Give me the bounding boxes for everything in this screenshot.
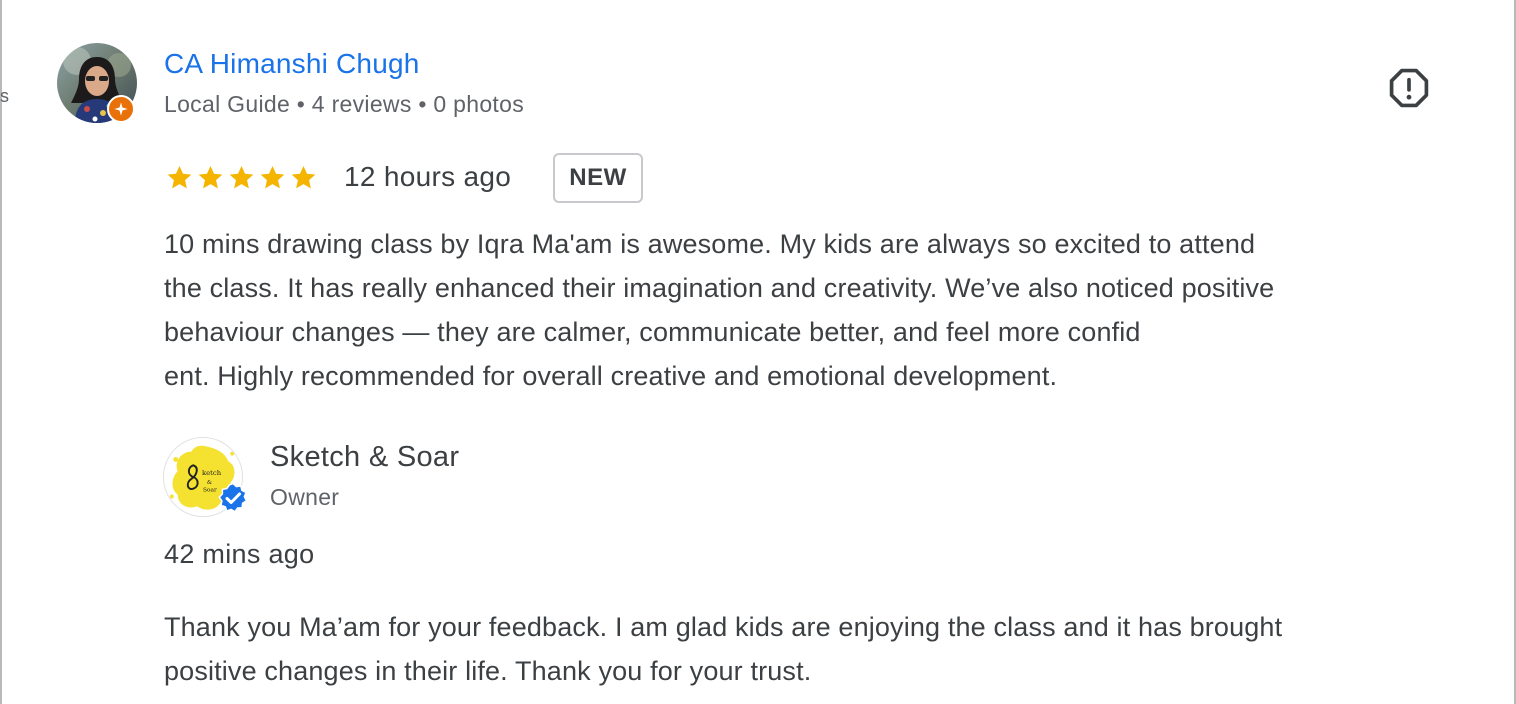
owner-reply-body: Thank you Ma’am for your feedback. I am … [164,605,1484,693]
star-rating [165,163,318,192]
new-badge: NEW [553,153,643,203]
star-icon [260,166,285,189]
star-icon [198,166,223,189]
star-icon [167,166,192,189]
svg-text:Soar: Soar [203,488,217,494]
report-icon [1389,68,1429,108]
reviewer-meta: Local Guide • 4 reviews • 0 photos [164,91,524,117]
star-icon [291,166,316,189]
reply-text-line: positive changes in their life. Thank yo… [164,656,812,686]
svg-text:ketch: ketch [202,469,222,477]
verified-check-icon [218,482,248,513]
review-text-line: behaviour changes — they are calmer, com… [164,317,1141,347]
reviewer-name-link[interactable]: CA Himanshi Chugh [164,48,420,80]
reviewer-avatar[interactable] [57,43,137,123]
review-body: 10 mins drawing class by Iqra Ma'am is a… [164,222,1474,398]
star-icon [229,166,254,189]
edge-fragment-icon: s [0,86,9,106]
reply-timestamp: 42 mins ago [164,539,315,569]
reply-text-line: Thank you Ma’am for your feedback. I am … [164,612,1283,642]
local-guide-star-icon [107,95,135,123]
owner-role: Owner [270,484,340,510]
review-text-line: the class. It has really enhanced their … [164,273,1275,303]
report-review-button[interactable] [1386,65,1432,111]
svg-text:&: & [207,480,212,486]
review-text-line: 10 mins drawing class by Iqra Ma'am is a… [164,229,1256,259]
review-text-line: ent. Highly recommended for overall crea… [164,361,1058,391]
owner-name: Sketch & Soar [270,441,460,473]
review-card: s CA Himanshi Chugh Local Guide • 4 revi… [0,0,1516,704]
review-timestamp: 12 hours ago [344,161,512,192]
owner-avatar[interactable]: ketch & Soar [163,437,248,517]
